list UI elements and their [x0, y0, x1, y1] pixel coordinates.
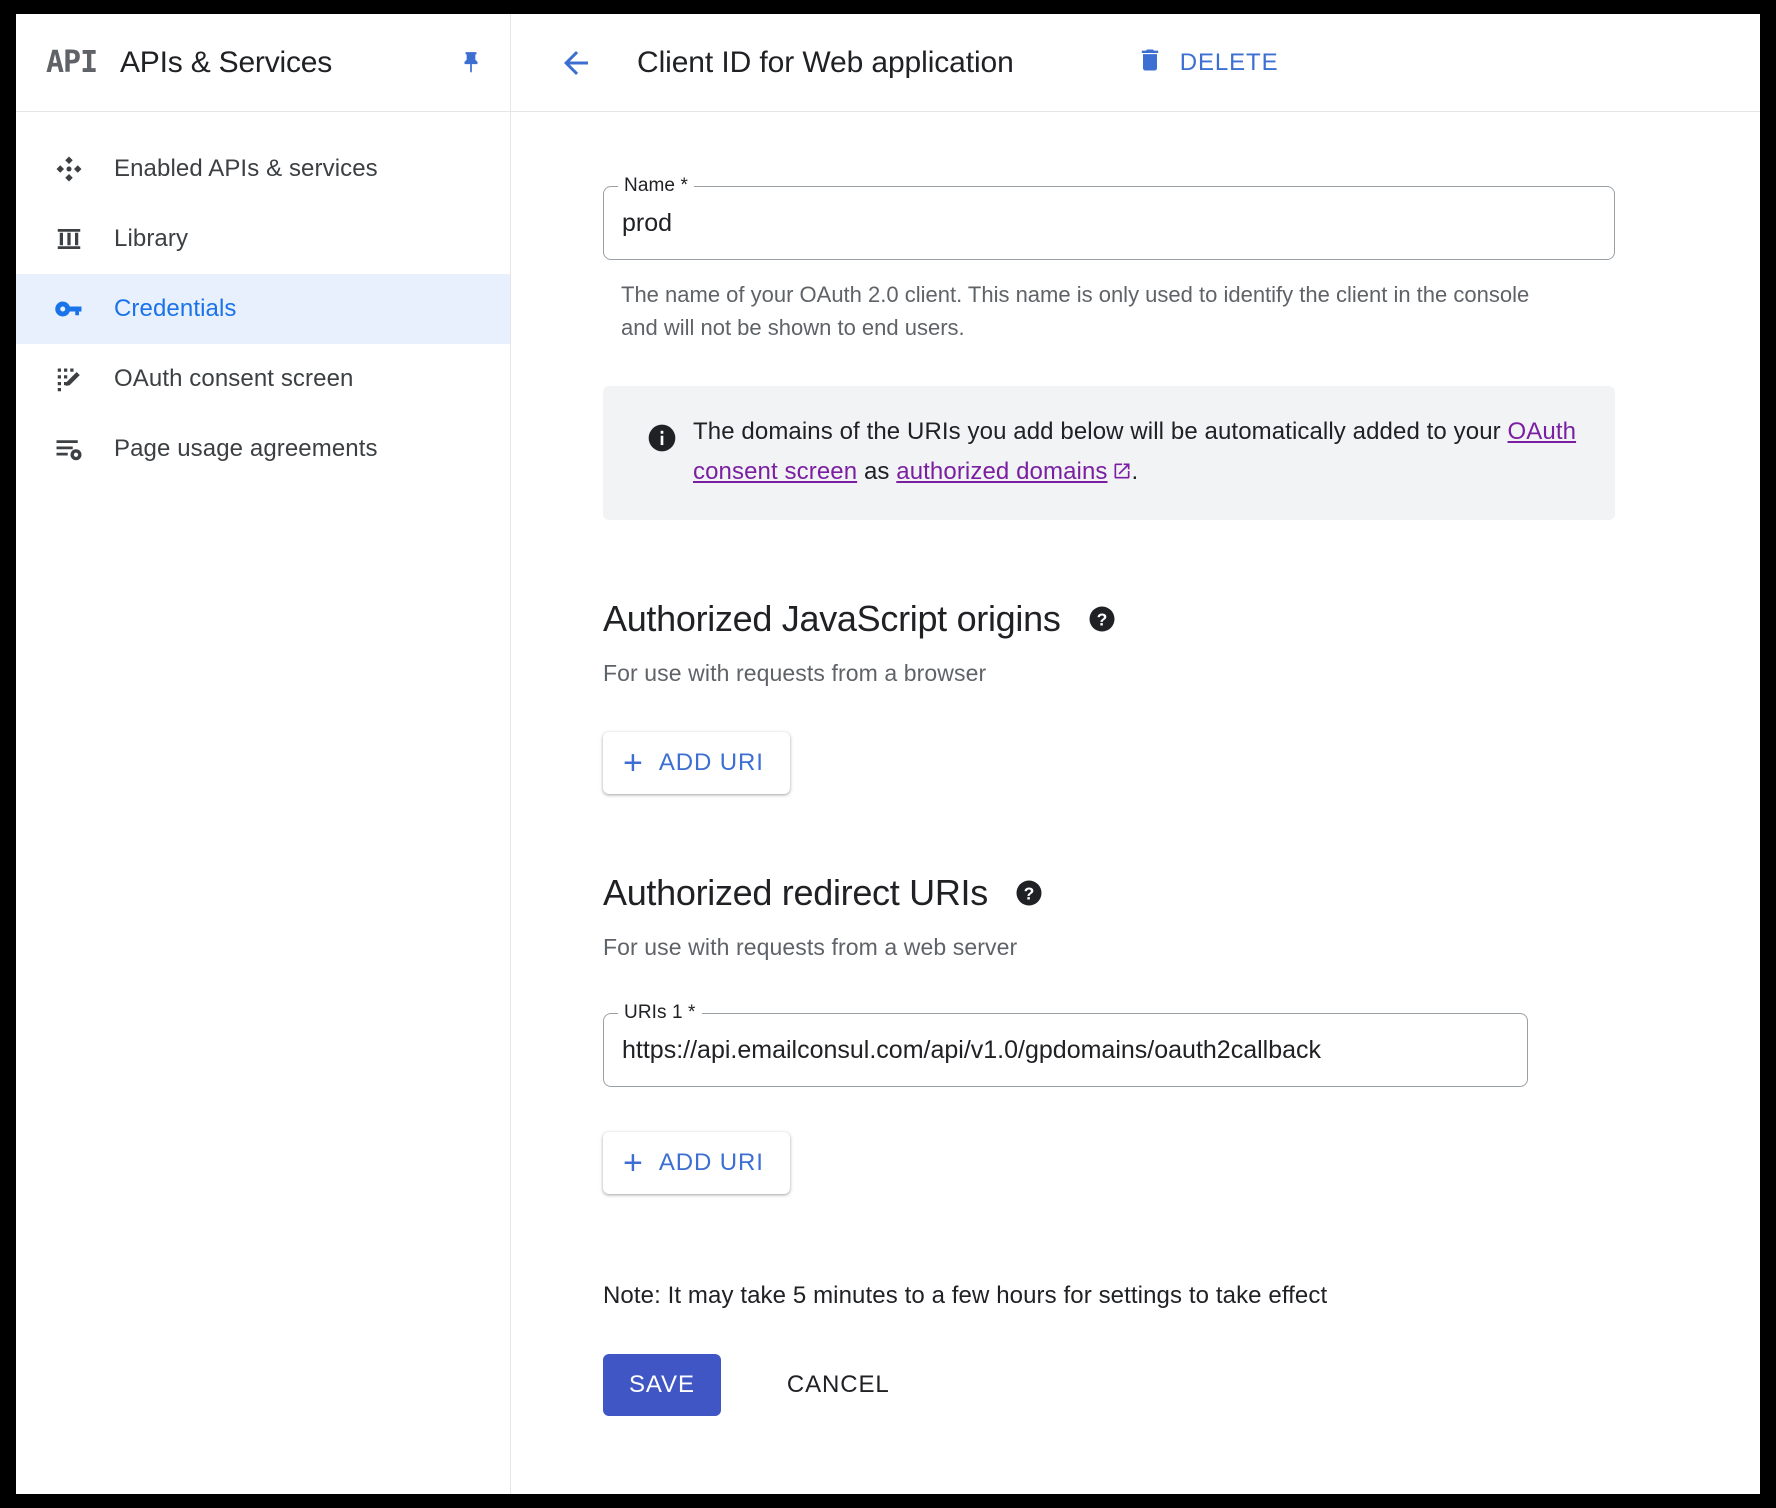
redirect-uris-section: Authorized redirect URIs ? For use with … — [603, 872, 1760, 1194]
plus-icon: + — [623, 744, 643, 782]
plus-icon: + — [623, 1144, 643, 1182]
name-helper-text: The name of your OAuth 2.0 client. This … — [621, 282, 1530, 340]
agreements-icon — [54, 434, 114, 464]
sidebar-item-label: Library — [114, 225, 189, 252]
sidebar-header: API APIs & Services — [16, 14, 510, 112]
save-button[interactable]: SAVE — [603, 1354, 721, 1416]
sidebar: API APIs & Services Enabled APIs & servi… — [16, 14, 511, 1494]
banner-text-part3: . — [1131, 458, 1139, 485]
library-icon — [54, 224, 114, 254]
add-uri-label: ADD URI — [658, 749, 764, 776]
dashboard-diamond-icon — [54, 154, 114, 184]
pin-icon[interactable] — [454, 46, 488, 80]
info-icon — [631, 412, 693, 454]
cancel-button[interactable]: CANCEL — [775, 1354, 902, 1416]
name-field[interactable]: Name * prod — [603, 175, 1615, 260]
sidebar-item-label: Credentials — [114, 295, 237, 322]
redirect-uris-subtitle: For use with requests from a web server — [603, 934, 1018, 960]
redirect-uris-heading-row: Authorized redirect URIs ? — [603, 872, 1760, 914]
info-banner-text: The domains of the URIs you add below wi… — [693, 412, 1585, 494]
main-header: Client ID for Web application DELETE — [511, 14, 1760, 112]
redirect-uris-title: Authorized redirect URIs — [603, 872, 988, 913]
svg-text:?: ? — [1096, 609, 1107, 629]
sidebar-item-page-usage-agreements[interactable]: Page usage agreements — [16, 414, 510, 484]
add-uri-label: ADD URI — [658, 1149, 764, 1176]
main-panel: Client ID for Web application DELETE Nam… — [511, 14, 1760, 1494]
info-banner: The domains of the URIs you add below wi… — [603, 386, 1615, 520]
name-field-legend: Name * — [618, 175, 694, 197]
trash-icon — [1136, 45, 1164, 80]
sidebar-nav: Enabled APIs & services Library Credenti… — [16, 112, 510, 484]
uri-1-field-value: https://api.emailconsul.com/api/v1.0/gpd… — [622, 1035, 1322, 1064]
uri-row-1: URIs 1 * https://api.emailconsul.com/api… — [603, 1002, 1760, 1087]
sidebar-item-credentials[interactable]: Credentials — [16, 274, 510, 344]
add-uri-button-redirect-uris[interactable]: + ADD URI — [603, 1132, 790, 1194]
help-circle-icon[interactable]: ? — [1014, 878, 1044, 908]
sidebar-item-label: Enabled APIs & services — [114, 155, 378, 182]
delete-label: DELETE — [1179, 48, 1279, 76]
uri-1-field-legend: URIs 1 * — [618, 1002, 702, 1024]
add-uri-button-js-origins[interactable]: + ADD URI — [603, 732, 790, 794]
delete-button[interactable]: DELETE — [1124, 37, 1291, 88]
sidebar-item-label: OAuth consent screen — [114, 365, 354, 392]
app-window: API APIs & Services Enabled APIs & servi… — [16, 14, 1760, 1494]
authorized-domains-link[interactable]: authorized domains — [896, 458, 1107, 485]
sidebar-item-oauth-consent-screen[interactable]: OAuth consent screen — [16, 344, 510, 414]
form-actions: SAVE CANCEL — [603, 1354, 1760, 1416]
js-origins-heading-row: Authorized JavaScript origins ? — [603, 598, 1760, 640]
consent-screen-icon — [54, 364, 114, 394]
js-origins-title: Authorized JavaScript origins — [603, 598, 1061, 639]
svg-text:?: ? — [1024, 883, 1035, 903]
page-title: Client ID for Web application — [637, 45, 1014, 79]
sidebar-title: APIs & Services — [120, 45, 333, 79]
api-logo: API — [46, 45, 98, 80]
name-field-value: prod — [622, 208, 673, 237]
sidebar-item-enabled-apis[interactable]: Enabled APIs & services — [16, 134, 510, 204]
banner-text-part2: as — [857, 458, 897, 485]
sidebar-item-label: Page usage agreements — [114, 435, 378, 462]
form-content: Name * prod The name of your OAuth 2.0 c… — [511, 112, 1760, 1494]
js-origins-section: Authorized JavaScript origins ? For use … — [603, 598, 1760, 794]
settings-note: Note: It may take 5 minutes to a few hou… — [603, 1282, 1328, 1309]
help-circle-icon[interactable]: ? — [1087, 604, 1117, 634]
uri-1-field[interactable]: URIs 1 * https://api.emailconsul.com/api… — [603, 1002, 1528, 1087]
key-icon — [54, 294, 114, 324]
js-origins-subtitle: For use with requests from a browser — [603, 660, 987, 686]
sidebar-item-library[interactable]: Library — [16, 204, 510, 274]
external-link-icon — [1112, 454, 1132, 494]
banner-text-part1: The domains of the URIs you add below wi… — [693, 418, 1508, 445]
back-button[interactable] — [553, 40, 599, 86]
